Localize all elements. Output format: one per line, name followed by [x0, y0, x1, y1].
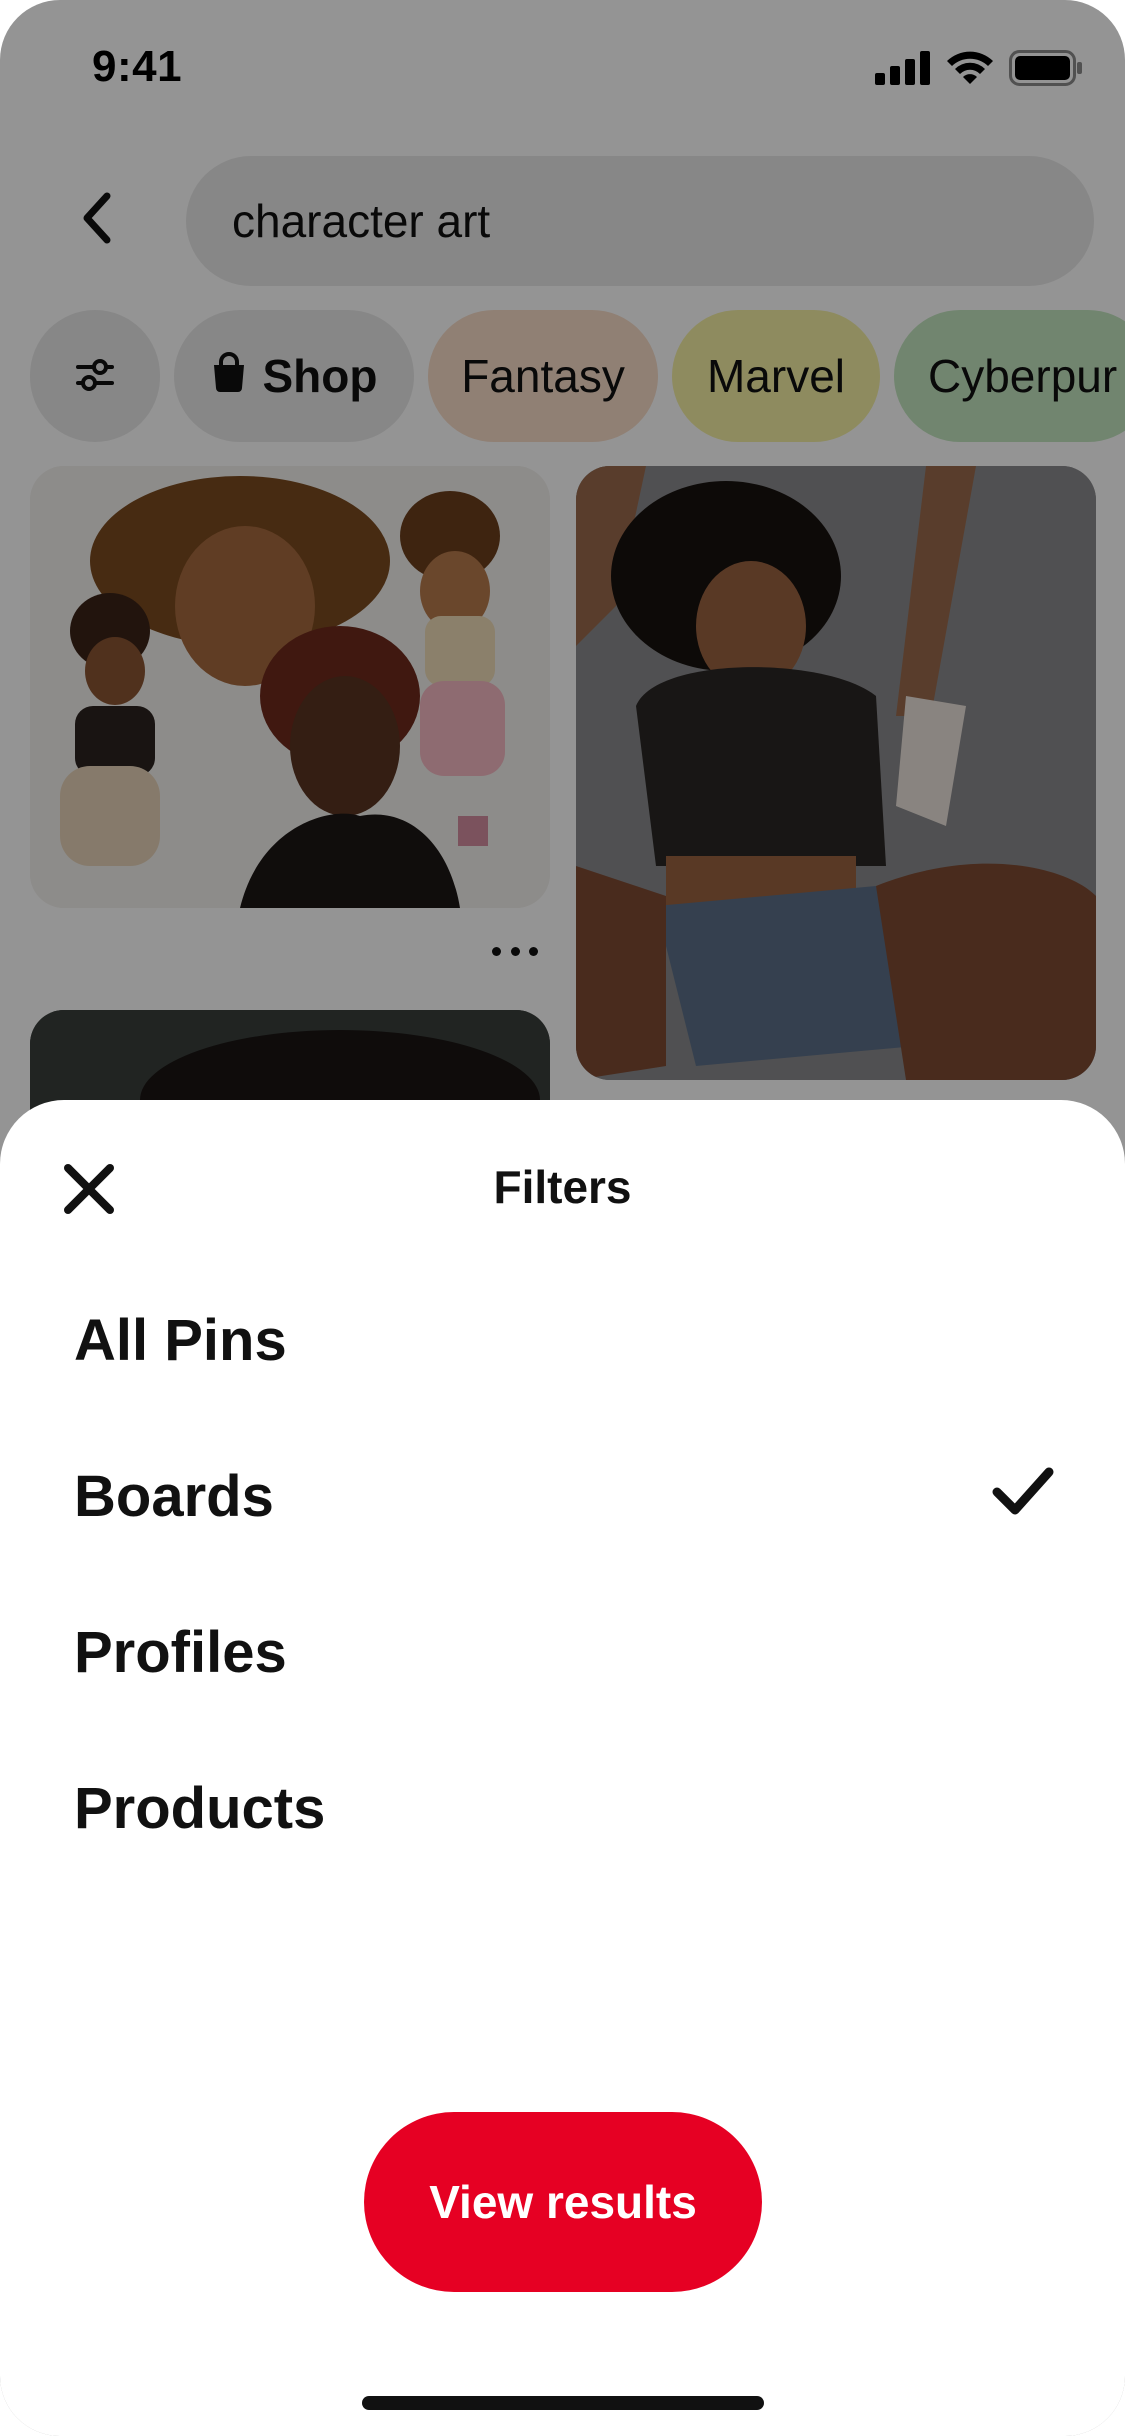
- filter-option-label: Profiles: [74, 1619, 287, 1685]
- filter-option-products[interactable]: Products: [0, 1748, 1125, 1868]
- view-results-button[interactable]: View results: [364, 2112, 762, 2292]
- filter-option-label: All Pins: [74, 1307, 287, 1373]
- filter-option-boards[interactable]: Boards: [0, 1436, 1125, 1556]
- sheet-title: Filters: [493, 1161, 632, 1213]
- checkmark-icon: [991, 1466, 1055, 1518]
- home-indicator[interactable]: [362, 2396, 764, 2410]
- filter-option-label: Boards: [74, 1463, 274, 1529]
- app-screen: 9:41 character art Shop Fantasy Marvel C…: [0, 0, 1125, 2436]
- filter-option-label: Products: [74, 1775, 326, 1841]
- filter-option-all-pins[interactable]: All Pins: [0, 1280, 1125, 1400]
- filter-option-profiles[interactable]: Profiles: [0, 1592, 1125, 1712]
